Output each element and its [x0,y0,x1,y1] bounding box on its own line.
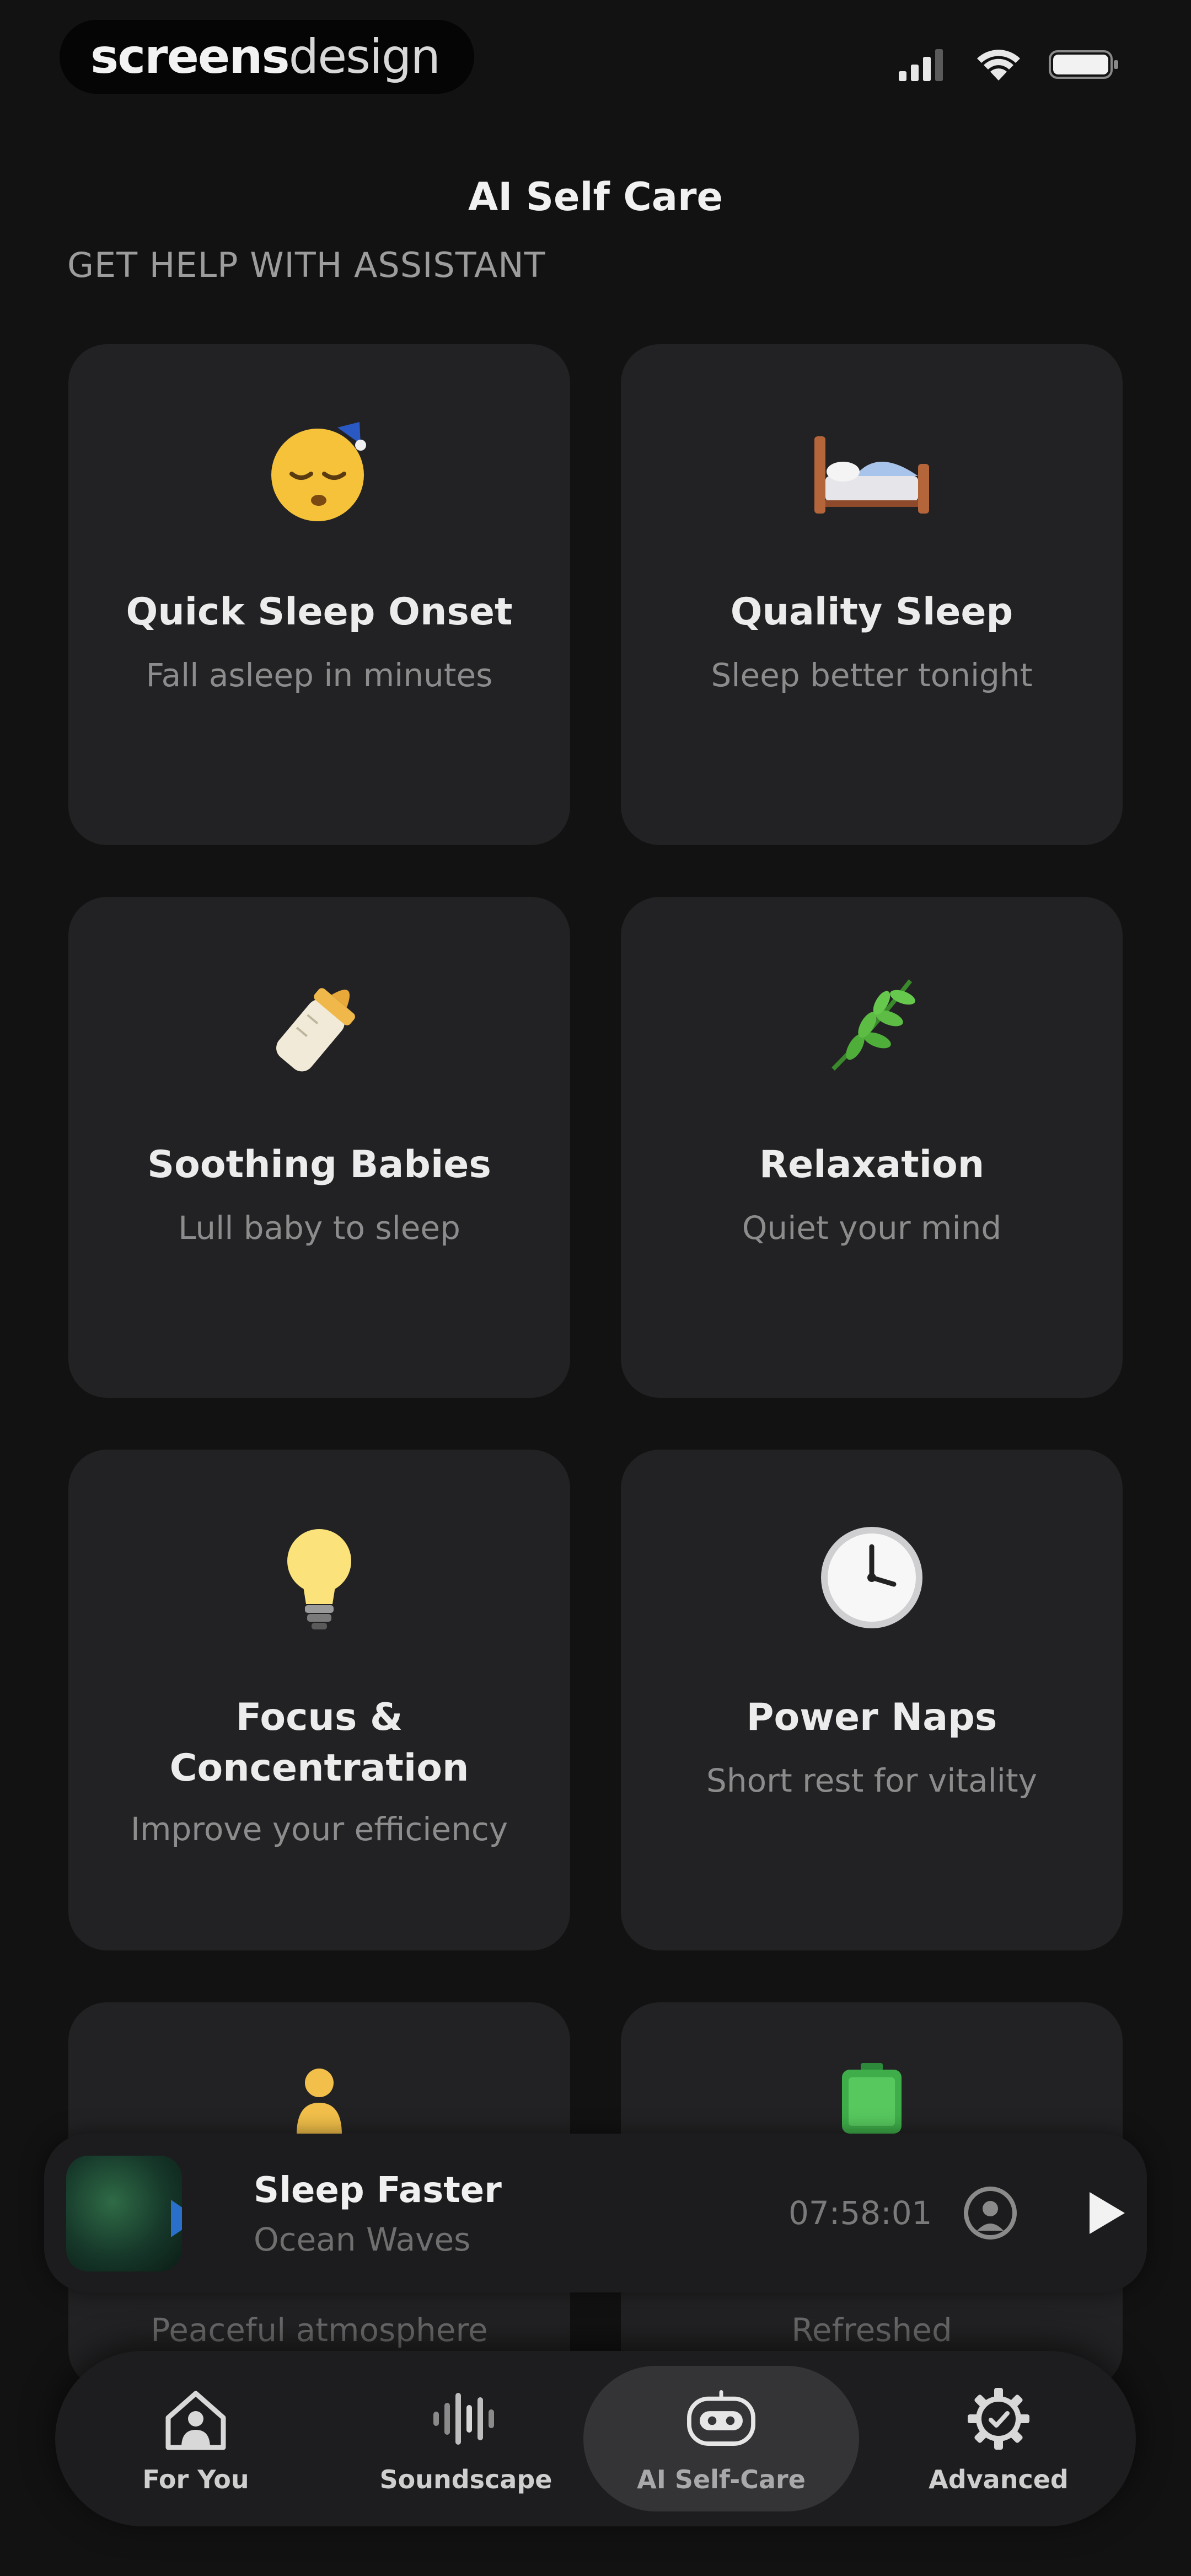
light-bulb-icon [68,1522,570,1633]
herb-icon [621,970,1123,1080]
card-quick-sleep-onset[interactable]: Quick Sleep Onset Fall asleep in minutes [68,344,570,845]
section-label: GET HELP WITH ASSISTANT [67,245,546,285]
card-subtitle: Fall asleep in minutes [146,656,493,694]
wifi-icon [977,50,1020,81]
tab-label: Soundscape [379,2465,552,2494]
bed-icon [621,417,1123,527]
robot-icon [685,2383,757,2455]
home-person-icon [160,2383,232,2455]
card-power-naps[interactable]: Power Naps Short rest for vitality [621,1450,1123,1950]
now-playing-bar[interactable]: Sleep Faster Ocean Waves 07:58:01 [44,2134,1147,2292]
card-title: Soothing Babies [147,1143,491,1187]
now-playing-subtitle: Ocean Waves [254,2221,471,2258]
now-playing-timer: 07:58:01 [788,2194,932,2232]
card-title: Relaxation [759,1143,985,1187]
card-subtitle-peaceful: Peaceful atmosphere [151,2311,488,2349]
tab-soundscape[interactable]: Soundscape [331,2351,601,2526]
album-art [66,2156,182,2272]
app-screen: screens design AI Self Care GET HELP WITH… [0,0,1191,2576]
card-title: Focus & Concentration [169,1696,469,1790]
tab-label: For You [142,2465,249,2494]
baby-bottle-icon [68,970,570,1080]
card-title: Quick Sleep Onset [126,590,513,634]
tab-label: Advanced [929,2465,1069,2494]
battery-full-icon [621,2063,1123,2135]
card-soothing-babies[interactable]: Soothing Babies Lull baby to sleep [68,897,570,1398]
person-icon [68,2063,570,2135]
tab-label: AI Self-Care [637,2465,806,2494]
brand-logo-bold: screens [90,29,290,84]
card-title: Quality Sleep [730,590,1013,634]
card-quality-sleep[interactable]: Quality Sleep Sleep better tonight [621,344,1123,845]
tab-for-you[interactable]: For You [61,2351,331,2526]
tab-ai-self-care[interactable]: AI Self-Care [583,2366,859,2511]
battery-icon [1049,50,1118,79]
status-icons [899,46,1120,83]
brand-logo: screens design [60,20,474,94]
timer-icon[interactable] [962,2184,1019,2242]
card-subtitle: Sleep better tonight [711,656,1033,694]
card-subtitle-refreshed: Refreshed [791,2311,952,2349]
card-subtitle: Quiet your mind [742,1209,1002,1247]
card-subtitle: Improve your efficiency [130,1810,508,1848]
brand-logo-light: design [288,29,441,84]
clock-icon [621,1522,1123,1633]
card-relaxation[interactable]: Relaxation Quiet your mind [621,897,1123,1398]
card-subtitle: Lull baby to sleep [178,1209,460,1247]
now-playing-title: Sleep Faster [254,2170,502,2211]
sleeping-face-icon [68,417,570,527]
play-icon[interactable] [1079,2188,1129,2238]
card-focus-concentration[interactable]: Focus & Concentration Improve your effic… [68,1450,570,1950]
page-title: AI Self Care [468,174,723,220]
tab-bar: For You Soundscape AI Self-Care Advanced [55,2351,1136,2526]
card-title: Power Naps [746,1696,997,1739]
tab-advanced[interactable]: Advanced [863,2351,1134,2526]
gear-icon [963,2383,1034,2455]
signal-icon [899,49,943,81]
album-art-play-indicator [171,2200,182,2237]
card-subtitle: Short rest for vitality [706,1762,1037,1799]
waveform-icon [430,2383,502,2455]
